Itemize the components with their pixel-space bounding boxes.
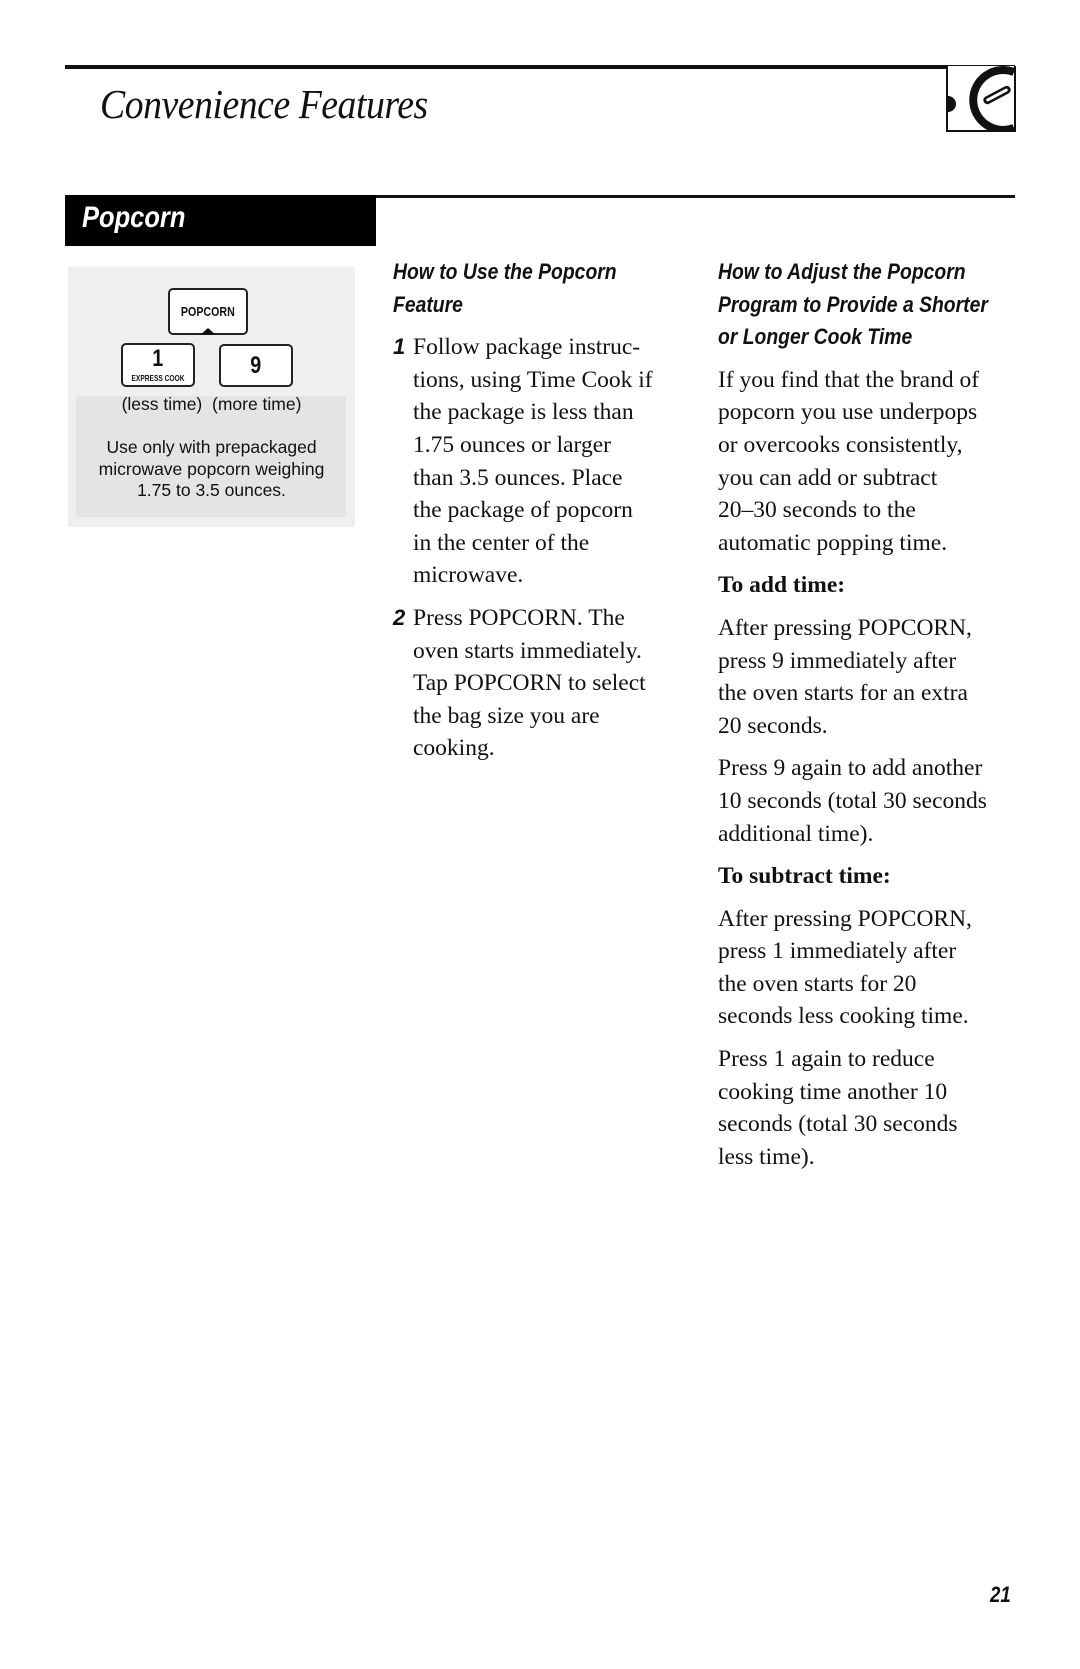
heading-line: How to Adjust the Popcorn bbox=[718, 259, 966, 284]
how-to-use-column: How to Use the Popcorn Feature 1 Follow … bbox=[393, 256, 693, 775]
paragraph-line: you can add or subtract bbox=[718, 464, 938, 491]
paragraph-line: If you find that the brand of bbox=[718, 366, 980, 393]
paragraph-line: or overcooks consistently, bbox=[718, 431, 963, 458]
subtract-time-paragraph-2: Press 1 again to reduce cooking time ano… bbox=[718, 1043, 1018, 1173]
page-title: Convenience Features bbox=[100, 81, 428, 127]
panel-note-line: 1.75 to 3.5 ounces. bbox=[137, 480, 286, 500]
panel-note-line: Use only with prepackaged bbox=[106, 437, 317, 457]
how-to-adjust-heading: How to Adjust the Popcorn Program to Pro… bbox=[718, 256, 988, 354]
step-line: the package is less than bbox=[413, 399, 634, 426]
paragraph-line: 20–30 seconds to the bbox=[718, 497, 916, 524]
step-line: in the center of the bbox=[413, 529, 590, 556]
popcorn-key-label: POPCORN bbox=[181, 304, 235, 319]
add-time-paragraph-2: Press 9 again to add another 10 seconds … bbox=[718, 752, 1018, 850]
adjust-intro: If you find that the brand of popcorn yo… bbox=[718, 364, 1018, 560]
step-line: tions, using Time Cook if bbox=[413, 366, 653, 393]
paragraph-line: press 9 immediately after bbox=[718, 647, 957, 674]
how-to-adjust-column: How to Adjust the Popcorn Program to Pro… bbox=[718, 256, 1018, 1183]
paragraph-line: After pressing POPCORN, bbox=[718, 614, 972, 641]
paragraph-line: 10 seconds (total 30 seconds bbox=[718, 787, 987, 814]
panel-note-line: microwave popcorn weighing bbox=[98, 458, 325, 479]
paragraph-line: Press 1 again to reduce bbox=[718, 1046, 935, 1073]
step-line: than 3.5 ounces. Place bbox=[413, 464, 623, 491]
heading-line: or Longer Cook Time bbox=[718, 324, 913, 350]
paragraph-line: automatic popping time. bbox=[718, 529, 948, 556]
page-number: 21 bbox=[990, 1582, 1011, 1607]
paragraph-line: additional time). bbox=[718, 820, 874, 847]
add-time-heading: To add time: bbox=[718, 572, 846, 599]
paragraph-line: seconds less cooking time. bbox=[718, 1003, 969, 1030]
step-line: Press POPCORN. The bbox=[413, 604, 625, 631]
key-1-sublabel: EXPRESS COOK bbox=[131, 373, 185, 383]
heading-line: Program to Provide a Shorter bbox=[718, 291, 988, 317]
step-line: the bag size you are bbox=[413, 702, 600, 729]
step-line: cooking. bbox=[413, 735, 495, 762]
heading-line: How to Use the Popcorn bbox=[393, 259, 617, 284]
how-to-use-heading: How to Use the Popcorn Feature bbox=[393, 256, 651, 321]
paragraph-line: press 1 immediately after bbox=[718, 938, 957, 965]
express-cook-1-key: 1 EXPRESS COOK bbox=[121, 343, 195, 387]
paragraph-line: the oven starts for 20 bbox=[718, 970, 917, 997]
clock-dial-icon bbox=[948, 66, 1014, 130]
subtract-time-heading: To subtract time: bbox=[718, 863, 891, 890]
paragraph-line: After pressing POPCORN, bbox=[718, 905, 972, 932]
paragraph-line: less time). bbox=[718, 1143, 815, 1170]
step-line: the package of popcorn bbox=[413, 497, 633, 524]
paragraph-line: seconds (total 30 seconds bbox=[718, 1111, 958, 1138]
key-1-number: 1 bbox=[152, 345, 164, 372]
step-line: oven starts immediately. bbox=[413, 637, 642, 664]
step-number: 2 bbox=[393, 604, 406, 630]
step-line: Follow package instruc- bbox=[413, 334, 641, 361]
subtract-time-paragraph-1: After pressing POPCORN, press 1 immediat… bbox=[718, 903, 1018, 1033]
step-number: 1 bbox=[393, 334, 406, 360]
panel-note: Use only with prepackaged microwave popc… bbox=[68, 437, 355, 502]
paragraph-line: 20 seconds. bbox=[718, 712, 828, 739]
step-line: Tap POPCORN to select bbox=[413, 670, 646, 697]
paragraph-line: Press 9 again to add another bbox=[718, 755, 983, 782]
add-time-paragraph-1: After pressing POPCORN, press 9 immediat… bbox=[718, 612, 1018, 742]
number-9-key: 9 bbox=[219, 344, 293, 387]
header-rule bbox=[65, 65, 1015, 69]
step-line: microwave. bbox=[413, 562, 524, 589]
step-line: 1.75 ounces or larger bbox=[413, 431, 611, 458]
step-2: 2 Press POPCORN. The oven starts immedia… bbox=[393, 602, 693, 765]
paragraph-line: the oven starts for an extra bbox=[718, 680, 968, 707]
paragraph-line: popcorn you use underpops bbox=[718, 399, 978, 426]
chapter-tab bbox=[946, 66, 1016, 132]
paragraph-line: cooking time another 10 bbox=[718, 1078, 948, 1105]
step-1: 1 Follow package instruc- tions, using T… bbox=[393, 331, 693, 592]
time-labels: (less time) (more time) bbox=[121, 394, 302, 414]
pointer-arrow-icon bbox=[200, 328, 216, 335]
heading-line: Feature bbox=[393, 291, 463, 317]
key-9-number: 9 bbox=[250, 352, 262, 379]
section-title: Popcorn bbox=[82, 201, 186, 234]
